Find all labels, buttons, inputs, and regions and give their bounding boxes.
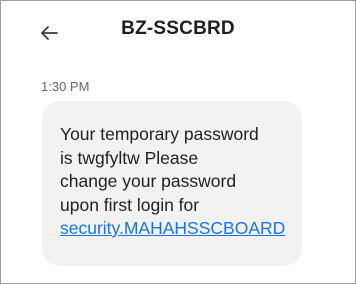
message-line: upon first login for xyxy=(60,194,200,215)
message-line: is twgfyltw Please xyxy=(60,147,199,168)
message-line: change your password xyxy=(60,171,237,191)
back-button[interactable] xyxy=(37,21,63,45)
message-link[interactable]: security.MAHAHSSCBOARD xyxy=(60,217,285,241)
message-screen: BZ-SSCBRD 1:30 PM Your temporary passwor… xyxy=(0,0,356,284)
arrow-left-icon xyxy=(37,21,63,45)
message-bubble[interactable]: Your temporary password is twgfyltw Plea… xyxy=(42,101,302,266)
message-line: Your temporary password xyxy=(60,124,259,144)
message-timestamp: 1:30 PM xyxy=(41,79,90,94)
